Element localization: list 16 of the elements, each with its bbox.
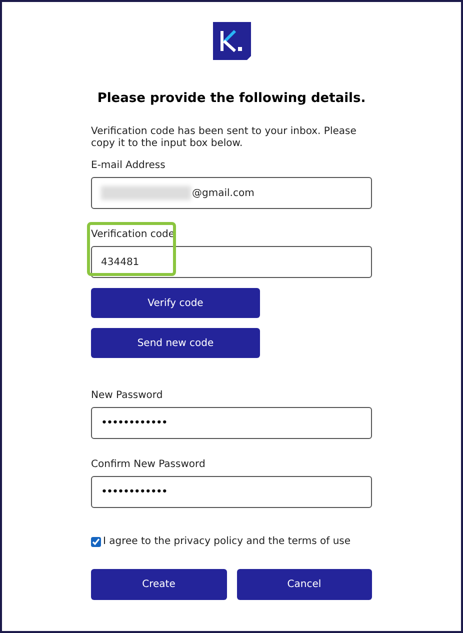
action-button[interactable]: Verify code — [91, 288, 260, 318]
agree-checkbox[interactable] — [91, 536, 101, 546]
agreement-text: I agree to the privacy policy and the terms of use — [103, 535, 351, 549]
action-button[interactable]: Cancel — [236, 569, 372, 600]
field-label: Confirm New Password — [91, 459, 206, 471]
action-button[interactable]: Create — [91, 569, 226, 600]
input-field[interactable]: 434481 — [91, 246, 372, 278]
logo-icon — [212, 22, 250, 60]
password-field[interactable]: •••••••••••• — [91, 407, 372, 439]
field-label: New Password — [91, 390, 164, 402]
field-label: E-mail Address — [91, 160, 166, 172]
instructions-text: Verification code has been sent to your inbox. Please copy it to the input box below. — [91, 126, 358, 150]
input-field[interactable]: @gmail.com — [91, 177, 372, 209]
password-field[interactable]: •••••••••••• — [91, 476, 372, 508]
action-button[interactable]: Send new code — [91, 328, 260, 358]
form-heading: Please provide the following details. — [97, 90, 366, 108]
